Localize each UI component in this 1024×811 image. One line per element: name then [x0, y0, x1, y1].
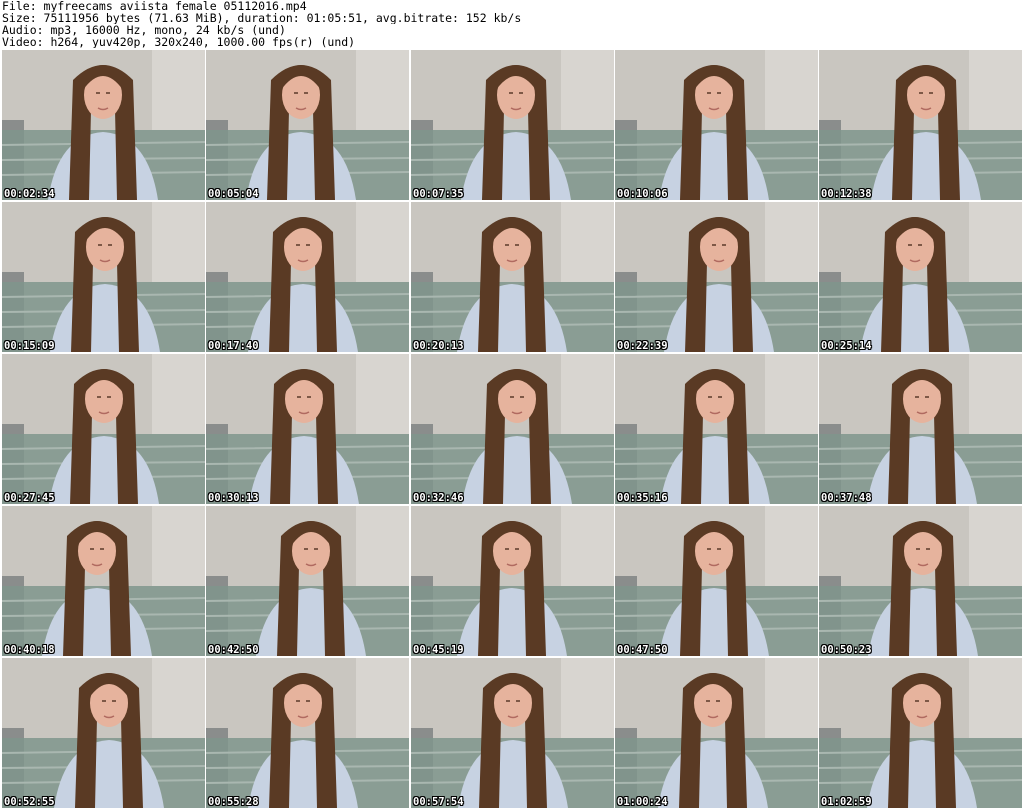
- thumbnail-frame-image: [206, 202, 409, 352]
- thumbnail-timestamp: 01:02:59: [821, 796, 872, 808]
- video-thumbnail[interactable]: 00:32:46: [411, 354, 614, 504]
- thumbnail-timestamp: 00:47:50: [617, 644, 668, 656]
- video-thumbnail[interactable]: 00:35:16: [615, 354, 818, 504]
- thumbnail-frame-image: [2, 202, 205, 352]
- thumbnail-frame-image: [819, 658, 1022, 808]
- thumbnail-frame-image: [206, 658, 409, 808]
- video-thumbnail[interactable]: 00:52:55: [2, 658, 205, 808]
- thumbnail-timestamp: 00:57:54: [413, 796, 464, 808]
- video-info-line: Video: h264, yuv420p, 320x240, 1000.00 f…: [2, 36, 356, 48]
- thumbnail-timestamp: 00:45:19: [413, 644, 464, 656]
- thumbnail-frame-image: [819, 202, 1022, 352]
- file-info-header: File: myfreecams_aviista_female_05112016…: [2, 0, 1022, 50]
- thumbnail-frame-image: [411, 50, 614, 200]
- video-thumbnail[interactable]: 00:42:50: [206, 506, 409, 656]
- video-thumbnail[interactable]: 01:00:24: [615, 658, 818, 808]
- audio-info-line: Audio: mp3, 16000 Hz, mono, 24 kb/s (und…: [2, 24, 286, 36]
- thumbnail-timestamp: 00:02:34: [4, 188, 55, 200]
- thumbnail-grid: 00:02:34 00:05:04 00:07:35 00:10:06 00:12:38…: [2, 50, 1022, 810]
- thumbnail-timestamp: 01:00:24: [617, 796, 668, 808]
- video-thumbnail[interactable]: 00:07:35: [411, 50, 614, 200]
- thumbnail-timestamp: 00:42:50: [208, 644, 259, 656]
- thumbnail-frame-image: [615, 506, 818, 656]
- thumbnail-frame-image: [819, 506, 1022, 656]
- thumbnail-frame-image: [411, 506, 614, 656]
- thumbnail-timestamp: 00:40:18: [4, 644, 55, 656]
- file-name-line: File: myfreecams_aviista_female_05112016…: [2, 0, 307, 12]
- video-thumbnail[interactable]: 00:30:13: [206, 354, 409, 504]
- video-thumbnail[interactable]: 00:20:13: [411, 202, 614, 352]
- thumbnail-timestamp: 00:52:55: [4, 796, 55, 808]
- thumbnail-frame-image: [206, 506, 409, 656]
- thumbnail-frame-image: [206, 354, 409, 504]
- thumbnail-frame-image: [411, 658, 614, 808]
- thumbnail-frame-image: [615, 354, 818, 504]
- thumbnail-frame-image: [2, 658, 205, 808]
- thumbnail-frame-image: [819, 50, 1022, 200]
- thumbnail-timestamp: 00:10:06: [617, 188, 668, 200]
- thumbnail-timestamp: 00:25:14: [821, 340, 872, 352]
- video-thumbnail[interactable]: 00:02:34: [2, 50, 205, 200]
- thumbnail-timestamp: 00:07:35: [413, 188, 464, 200]
- video-thumbnail[interactable]: 00:17:40: [206, 202, 409, 352]
- video-thumbnail[interactable]: 00:25:14: [819, 202, 1022, 352]
- video-thumbnail[interactable]: 00:15:09: [2, 202, 205, 352]
- thumbnail-timestamp: 00:20:13: [413, 340, 464, 352]
- video-thumbnail[interactable]: 00:37:48: [819, 354, 1022, 504]
- video-thumbnail[interactable]: 00:55:28: [206, 658, 409, 808]
- video-thumbnail[interactable]: 00:05:04: [206, 50, 409, 200]
- thumbnail-frame-image: [615, 658, 818, 808]
- thumbnail-frame-image: [2, 506, 205, 656]
- thumbnail-frame-image: [206, 50, 409, 200]
- video-thumbnail[interactable]: 01:02:59: [819, 658, 1022, 808]
- video-thumbnail[interactable]: 00:57:54: [411, 658, 614, 808]
- thumbnail-timestamp: 00:50:23: [821, 644, 872, 656]
- video-thumbnail[interactable]: 00:12:38: [819, 50, 1022, 200]
- file-size-line: Size: 75111956 bytes (71.63 MiB), durati…: [2, 12, 522, 24]
- thumbnail-timestamp: 00:12:38: [821, 188, 872, 200]
- thumbnail-timestamp: 00:55:28: [208, 796, 259, 808]
- video-thumbnail[interactable]: 00:50:23: [819, 506, 1022, 656]
- thumbnail-timestamp: 00:30:13: [208, 492, 259, 504]
- thumbnail-frame-image: [411, 202, 614, 352]
- thumbnail-frame-image: [615, 202, 818, 352]
- thumbnail-timestamp: 00:22:39: [617, 340, 668, 352]
- thumbnail-timestamp: 00:32:46: [413, 492, 464, 504]
- video-thumbnail[interactable]: 00:22:39: [615, 202, 818, 352]
- video-thumbnail[interactable]: 00:40:18: [2, 506, 205, 656]
- thumbnail-timestamp: 00:15:09: [4, 340, 55, 352]
- thumbnail-frame-image: [411, 354, 614, 504]
- video-thumbnail[interactable]: 00:27:45: [2, 354, 205, 504]
- thumbnail-timestamp: 00:17:40: [208, 340, 259, 352]
- video-thumbnail[interactable]: 00:47:50: [615, 506, 818, 656]
- thumbnail-timestamp: 00:35:16: [617, 492, 668, 504]
- thumbnail-frame-image: [2, 50, 205, 200]
- thumbnail-frame-image: [2, 354, 205, 504]
- thumbnail-frame-image: [615, 50, 818, 200]
- thumbnail-frame-image: [819, 354, 1022, 504]
- thumbnail-timestamp: 00:37:48: [821, 492, 872, 504]
- thumbnail-timestamp: 00:27:45: [4, 492, 55, 504]
- video-thumbnail[interactable]: 00:45:19: [411, 506, 614, 656]
- thumbnail-timestamp: 00:05:04: [208, 188, 259, 200]
- video-thumbnail[interactable]: 00:10:06: [615, 50, 818, 200]
